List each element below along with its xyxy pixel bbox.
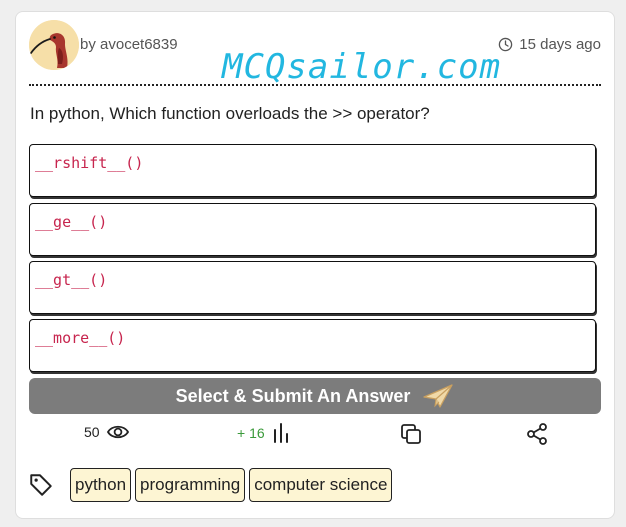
avatar[interactable] bbox=[29, 20, 79, 70]
time-ago-text: 15 days ago bbox=[519, 36, 601, 53]
share-button[interactable] bbox=[525, 422, 549, 446]
post-time: 15 days ago bbox=[498, 36, 601, 53]
paper-plane-icon bbox=[423, 384, 454, 408]
author-name[interactable]: by avocet6839 bbox=[80, 36, 178, 53]
submit-label: Select & Submit An Answer bbox=[175, 385, 411, 406]
option-3[interactable]: __gt__() bbox=[29, 261, 596, 314]
option-label: __rshift__() bbox=[35, 154, 144, 172]
views-count: 50 bbox=[84, 424, 100, 440]
option-2[interactable]: __ge__() bbox=[29, 203, 596, 256]
votes-stat[interactable]: + 16 bbox=[237, 422, 291, 444]
submit-answer-button[interactable]: Select & Submit An Answer bbox=[29, 378, 601, 414]
copy-icon bbox=[401, 424, 421, 444]
votes-count: + 16 bbox=[237, 425, 265, 441]
views-stat[interactable]: 50 bbox=[84, 422, 130, 442]
option-4[interactable]: __more__() bbox=[29, 319, 596, 372]
eye-icon bbox=[106, 425, 129, 439]
question-text: In python, Which function overloads the … bbox=[30, 104, 430, 123]
copy-button[interactable] bbox=[399, 422, 423, 446]
stats-bar: 50 + 16 bbox=[16, 420, 616, 448]
clock-icon bbox=[499, 37, 513, 52]
option-label: __ge__() bbox=[35, 213, 108, 231]
option-1[interactable]: __rshift__() bbox=[29, 144, 596, 197]
bar-chart-icon bbox=[273, 423, 288, 443]
tags-row: python programming computer science bbox=[28, 468, 393, 502]
option-label: __gt__() bbox=[35, 271, 108, 289]
tag-icon bbox=[30, 474, 52, 496]
tag-python[interactable]: python bbox=[70, 468, 132, 502]
share-icon bbox=[527, 423, 547, 445]
bird-avatar-image bbox=[29, 20, 79, 70]
option-label: __more__() bbox=[35, 329, 126, 347]
question-card: by avocet6839 MCQsailor.com 15 days ago … bbox=[15, 11, 615, 519]
tag-programming[interactable]: programming bbox=[135, 468, 246, 502]
tag-computer-science[interactable]: computer science bbox=[249, 468, 393, 502]
post-header: by avocet6839 MCQsailor.com 15 days ago bbox=[29, 20, 601, 87]
site-watermark: MCQsailor.com bbox=[222, 47, 502, 87]
